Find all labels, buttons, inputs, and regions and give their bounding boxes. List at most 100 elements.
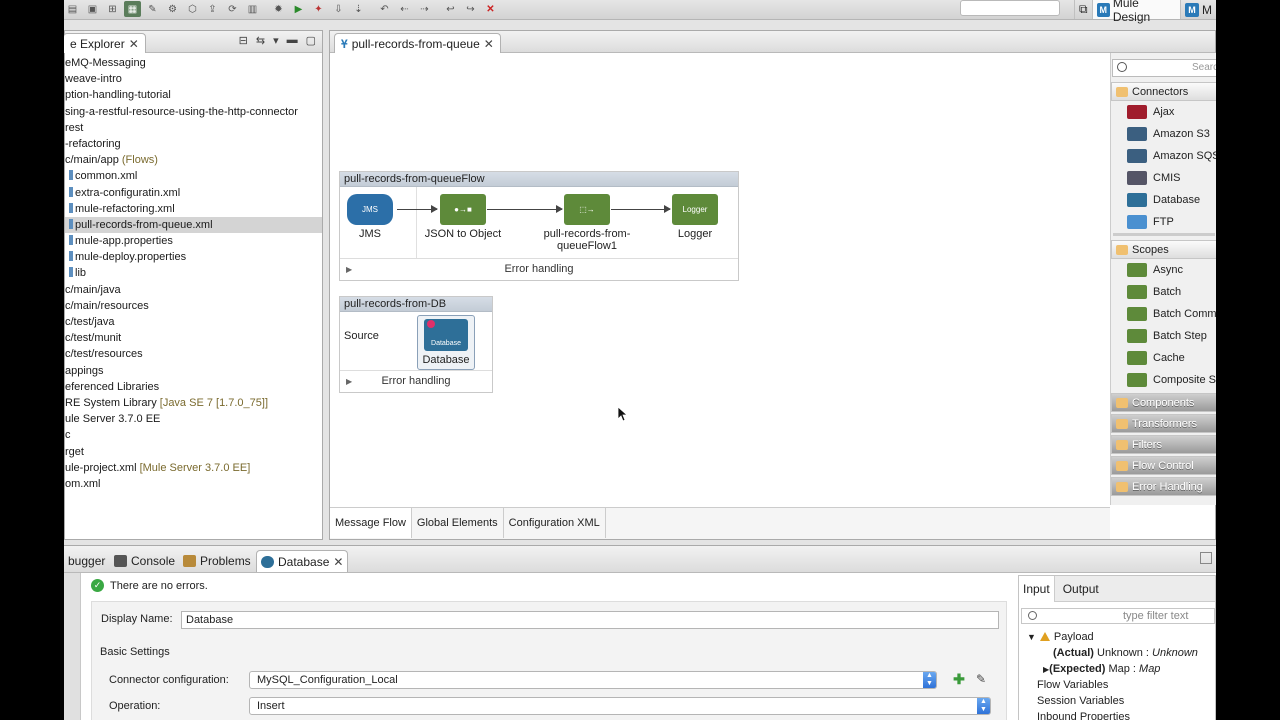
new-project-icon[interactable]: ⊞ bbox=[104, 1, 121, 17]
expanded-triangle-icon[interactable]: ▼ bbox=[1027, 632, 1036, 642]
tree-item[interactable]: weave-intro bbox=[65, 71, 322, 87]
palette-search-input[interactable]: Search bbox=[1112, 59, 1216, 77]
palette-item[interactable]: Amazon S3 bbox=[1111, 123, 1216, 145]
processor-database[interactable]: Database Database bbox=[417, 315, 475, 370]
tab-pull-records-from-queue[interactable]: Ұ pull-records-from-queue ✕ bbox=[334, 33, 501, 53]
tree-item[interactable]: c/main/java bbox=[65, 282, 322, 298]
tab-debugger[interactable]: bugger bbox=[64, 550, 109, 572]
tab-input[interactable]: Input bbox=[1019, 576, 1055, 602]
tab-package-explorer[interactable]: e Explorer ✕ bbox=[64, 33, 146, 53]
tree-item[interactable]: c bbox=[65, 427, 322, 443]
undo-icon[interactable]: ↩ bbox=[442, 1, 459, 17]
tree-node-inbound-properties[interactable]: Inbound Properties bbox=[1037, 709, 1130, 720]
processor-jms[interactable]: JMS JMS bbox=[340, 194, 400, 240]
palette-group-components[interactable]: Components bbox=[1111, 393, 1216, 412]
tab-database[interactable]: Database ✕ bbox=[256, 550, 349, 572]
forward-icon[interactable]: ⇢ bbox=[416, 1, 433, 17]
back-history-icon[interactable]: ⇠ bbox=[396, 1, 413, 17]
tree-item[interactable]: common.xml bbox=[65, 168, 322, 184]
perspective-mule-design[interactable]: M Mule Design bbox=[1091, 0, 1180, 24]
refresh-icon[interactable]: ⟳ bbox=[224, 1, 241, 17]
palette-group-scopes[interactable]: Scopes bbox=[1111, 240, 1216, 259]
tree-item[interactable]: mule-refactoring.xml bbox=[65, 201, 322, 217]
tree-node-expected[interactable]: ▶(Expected) Map : Map bbox=[1043, 661, 1160, 677]
print-icon[interactable]: ▣ bbox=[84, 1, 101, 17]
quick-access-search[interactable] bbox=[960, 0, 1060, 16]
palette-item[interactable]: Composite So bbox=[1111, 369, 1216, 391]
tree-node-session-variables[interactable]: Session Variables bbox=[1037, 693, 1124, 709]
error-handling-bar[interactable]: ▶ Error handling bbox=[340, 370, 492, 392]
tree-item[interactable]: eMQ-Messaging bbox=[65, 55, 322, 71]
io-filter-input[interactable]: type filter text bbox=[1021, 608, 1215, 624]
search-tools-icon[interactable]: ⇣ bbox=[350, 1, 367, 17]
tree-item[interactable]: mule-app.properties bbox=[65, 233, 322, 249]
toggle-view-icon[interactable]: ▦ bbox=[124, 1, 141, 17]
trash-icon[interactable]: ▥ bbox=[244, 1, 261, 17]
connector-config-select[interactable]: MySQL_Configuration_Local ▲ ▼ bbox=[249, 671, 937, 689]
palette-scrollbar[interactable] bbox=[1113, 233, 1215, 236]
tree-item[interactable]: RE System Library [Java SE 7 [1.7.0_75]] bbox=[65, 395, 322, 411]
flow-icon[interactable]: ⚙ bbox=[164, 1, 181, 17]
tree-item[interactable]: c/test/munit bbox=[65, 330, 322, 346]
tree-item[interactable]: ule Server 3.7.0 EE bbox=[65, 411, 322, 427]
palette-group-connectors[interactable]: Connectors bbox=[1111, 82, 1216, 101]
back-icon[interactable]: ↶ bbox=[376, 1, 393, 17]
tree-item[interactable]: eferenced Libraries bbox=[65, 379, 322, 395]
maximize-icon[interactable] bbox=[1200, 552, 1212, 564]
view-menu-icon[interactable]: ▾ bbox=[273, 34, 279, 47]
close-icon[interactable]: ✕ bbox=[484, 37, 494, 51]
settings-icon[interactable]: ✹ bbox=[270, 1, 287, 17]
close-icon[interactable]: ✕ bbox=[333, 555, 343, 569]
save-icon[interactable]: ▤ bbox=[64, 1, 81, 17]
palette-item[interactable]: Database bbox=[1111, 189, 1216, 211]
palette-item[interactable]: FTP bbox=[1111, 211, 1216, 233]
perspective-mule-debug[interactable]: M M bbox=[1180, 0, 1216, 19]
tree-item[interactable]: om.xml bbox=[65, 476, 322, 492]
tree-node-payload[interactable]: ▼ Payload bbox=[1027, 629, 1094, 645]
run-icon[interactable]: ▶ bbox=[290, 1, 307, 17]
add-config-button[interactable]: ✚ bbox=[951, 671, 967, 687]
tab-problems[interactable]: Problems bbox=[179, 550, 255, 572]
tab-message-flow[interactable]: Message Flow bbox=[330, 508, 412, 538]
deploy-icon[interactable]: ⬡ bbox=[184, 1, 201, 17]
palette-item[interactable]: Ajax bbox=[1111, 101, 1216, 123]
palette-group-error-handling[interactable]: Error Handling bbox=[1111, 477, 1216, 496]
tree-item[interactable]: -refactoring bbox=[65, 136, 322, 152]
processor-logger[interactable]: Logger Logger bbox=[665, 194, 725, 240]
tree-item[interactable]: rest bbox=[65, 120, 322, 136]
expand-triangle-icon[interactable]: ▶ bbox=[346, 259, 352, 280]
flow-pull-records-from-queue[interactable]: pull-records-from-queueFlow JMS JMS ●→■ … bbox=[339, 171, 739, 281]
collapse-all-icon[interactable]: ⊟ bbox=[239, 34, 248, 47]
tree-item[interactable]: pull-records-from-queue.xml bbox=[65, 216, 322, 234]
tab-console[interactable]: Console bbox=[110, 550, 179, 572]
tree-item[interactable]: appings bbox=[65, 363, 322, 379]
tree-node-actual[interactable]: (Actual) Unknown : Unknown bbox=[1053, 645, 1198, 661]
palette-item[interactable]: CMIS bbox=[1111, 167, 1216, 189]
processor-json-to-object[interactable]: ●→■ JSON to Object bbox=[418, 194, 508, 240]
tree-item[interactable]: c/test/resources bbox=[65, 346, 322, 362]
minimize-icon[interactable]: ▬ bbox=[287, 34, 298, 47]
redo-icon[interactable]: ↪ bbox=[462, 1, 479, 17]
edit-config-button[interactable]: ✎ bbox=[973, 671, 989, 687]
debug-icon[interactable]: ✦ bbox=[310, 1, 327, 17]
palette-item[interactable]: Amazon SQS bbox=[1111, 145, 1216, 167]
tree-item[interactable]: ule-project.xml [Mule Server 3.7.0 EE] bbox=[65, 460, 322, 476]
flow-pull-records-from-db[interactable]: pull-records-from-DB Source Database Dat… bbox=[339, 296, 493, 393]
tree-item[interactable]: ption-handling-tutorial bbox=[65, 87, 322, 103]
processor-flow-reference[interactable]: ⬚→ pull-records-from-queueFlow1 bbox=[535, 194, 639, 252]
tree-node-flow-variables[interactable]: Flow Variables bbox=[1037, 677, 1108, 693]
maximize-icon[interactable]: ▢ bbox=[306, 34, 316, 47]
open-perspective-button[interactable]: ⧉ bbox=[1074, 0, 1092, 19]
tree-item[interactable]: sing-a-restful-resource-using-the-http-c… bbox=[65, 104, 322, 120]
palette-group-filters[interactable]: Filters bbox=[1111, 435, 1216, 454]
link-editor-icon[interactable]: ⇆ bbox=[256, 34, 265, 47]
stop-icon[interactable]: ✕ bbox=[482, 1, 499, 17]
close-icon[interactable]: ✕ bbox=[129, 37, 139, 51]
palette-group-transformers[interactable]: Transformers bbox=[1111, 414, 1216, 433]
palette-group-flow-control[interactable]: Flow Control bbox=[1111, 456, 1216, 475]
operation-select[interactable]: Insert ▲ ▼ bbox=[249, 697, 991, 715]
palette-item[interactable]: Async bbox=[1111, 259, 1216, 281]
palette-item[interactable]: Batch bbox=[1111, 281, 1216, 303]
message-flow-canvas[interactable]: pull-records-from-queueFlow JMS JMS ●→■ … bbox=[330, 53, 1110, 505]
tree-item[interactable]: c/main/resources bbox=[65, 298, 322, 314]
